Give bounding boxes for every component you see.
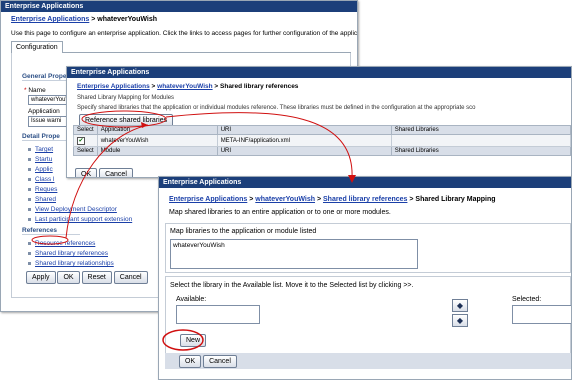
- annotation-arrow-2: [165, 112, 353, 179]
- annotation-circle-shared-library-references: [31, 235, 69, 245]
- annotation-overlay: [31, 110, 356, 351]
- annotation-arrow-1: [65, 124, 149, 239]
- annotation-circle-new-button: [162, 329, 204, 351]
- arrowhead-icon: [141, 122, 148, 128]
- annotation-circle-reference-button: [81, 110, 167, 128]
- arrowhead-icon: [348, 175, 356, 183]
